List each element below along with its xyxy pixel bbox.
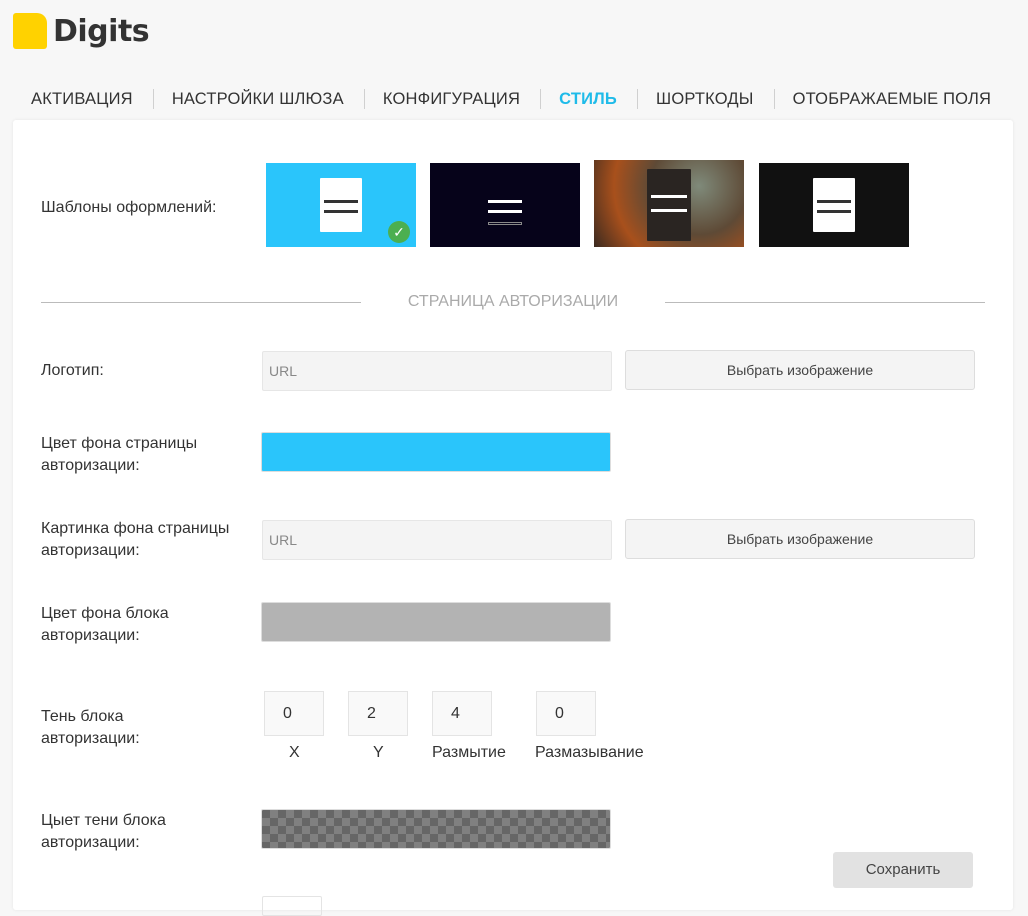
save-button[interactable]: Сохранить <box>833 852 973 888</box>
shadow-color-picker[interactable] <box>261 809 611 849</box>
selected-check-icon: ✓ <box>388 221 410 243</box>
tab-bar: АКТИВАЦИЯ НАСТРОЙКИ ШЛЮЗА КОНФИГУРАЦИЯ С… <box>13 86 1011 112</box>
page-bg-choose-image-button[interactable]: Выбрать изображение <box>625 519 975 559</box>
tab-configuration[interactable]: КОНФИГУРАЦИЯ <box>365 89 542 109</box>
shadow-blur-label: Размытие <box>432 744 506 761</box>
page-bg-image-url-input[interactable]: URL <box>262 520 612 560</box>
logo-label: Логотип: <box>41 362 104 379</box>
shadow-spread-input[interactable]: 0 <box>536 691 596 736</box>
shadow-x-input[interactable]: 0 <box>264 691 324 736</box>
logo-url-input[interactable]: URL <box>262 351 612 391</box>
logo-choose-image-button[interactable]: Выбрать изображение <box>625 350 975 390</box>
tab-gateway-settings[interactable]: НАСТРОЙКИ ШЛЮЗА <box>154 89 365 109</box>
shadow-x-label: X <box>289 744 300 761</box>
templates-label: Шаблоны оформлений: <box>41 199 217 216</box>
next-field-input[interactable] <box>262 896 322 916</box>
shadow-color-label: Цыет тени блока авторизации: <box>41 812 166 851</box>
tab-displayed-fields[interactable]: ОТОБРАЖАЕМЫЕ ПОЛЯ <box>775 89 1012 109</box>
template-dark-navy[interactable] <box>430 163 580 247</box>
template-nebula[interactable] <box>594 160 744 247</box>
tab-activation[interactable]: АКТИВАЦИЯ <box>13 89 154 109</box>
shadow-blur-input[interactable]: 4 <box>432 691 492 736</box>
shadow-label: Тень блока авторизации: <box>41 708 140 747</box>
shadow-y-input[interactable]: 2 <box>348 691 408 736</box>
section-divider: СТРАНИЦА АВТОРИЗАЦИИ <box>41 292 985 312</box>
page-bg-color-label: Цвет фона страницы авторизации: <box>41 435 198 474</box>
app-logo: Digits <box>13 13 150 49</box>
template-light-blue[interactable]: ✓ <box>266 163 416 247</box>
app-title: Digits <box>53 13 150 49</box>
block-bg-color-picker[interactable] <box>261 602 611 642</box>
tab-shortcodes[interactable]: ШОРТКОДЫ <box>638 89 775 109</box>
page-bg-color-picker[interactable] <box>261 432 611 472</box>
style-settings-panel: Шаблоны оформлений: ✓ СТРАНИЦА АВТОРИЗАЦ… <box>13 120 1013 916</box>
template-black[interactable] <box>759 163 909 247</box>
page-bg-image-label: Картинка фона страницы авторизации: <box>41 520 230 559</box>
tab-style[interactable]: СТИЛЬ <box>541 89 638 109</box>
logo-icon <box>13 13 47 49</box>
shadow-y-label: Y <box>373 744 384 761</box>
shadow-spread-label: Размазывание <box>535 744 644 761</box>
block-bg-color-label: Цвет фона блока авторизации: <box>41 605 169 644</box>
section-title: СТРАНИЦА АВТОРИЗАЦИИ <box>407 293 619 310</box>
